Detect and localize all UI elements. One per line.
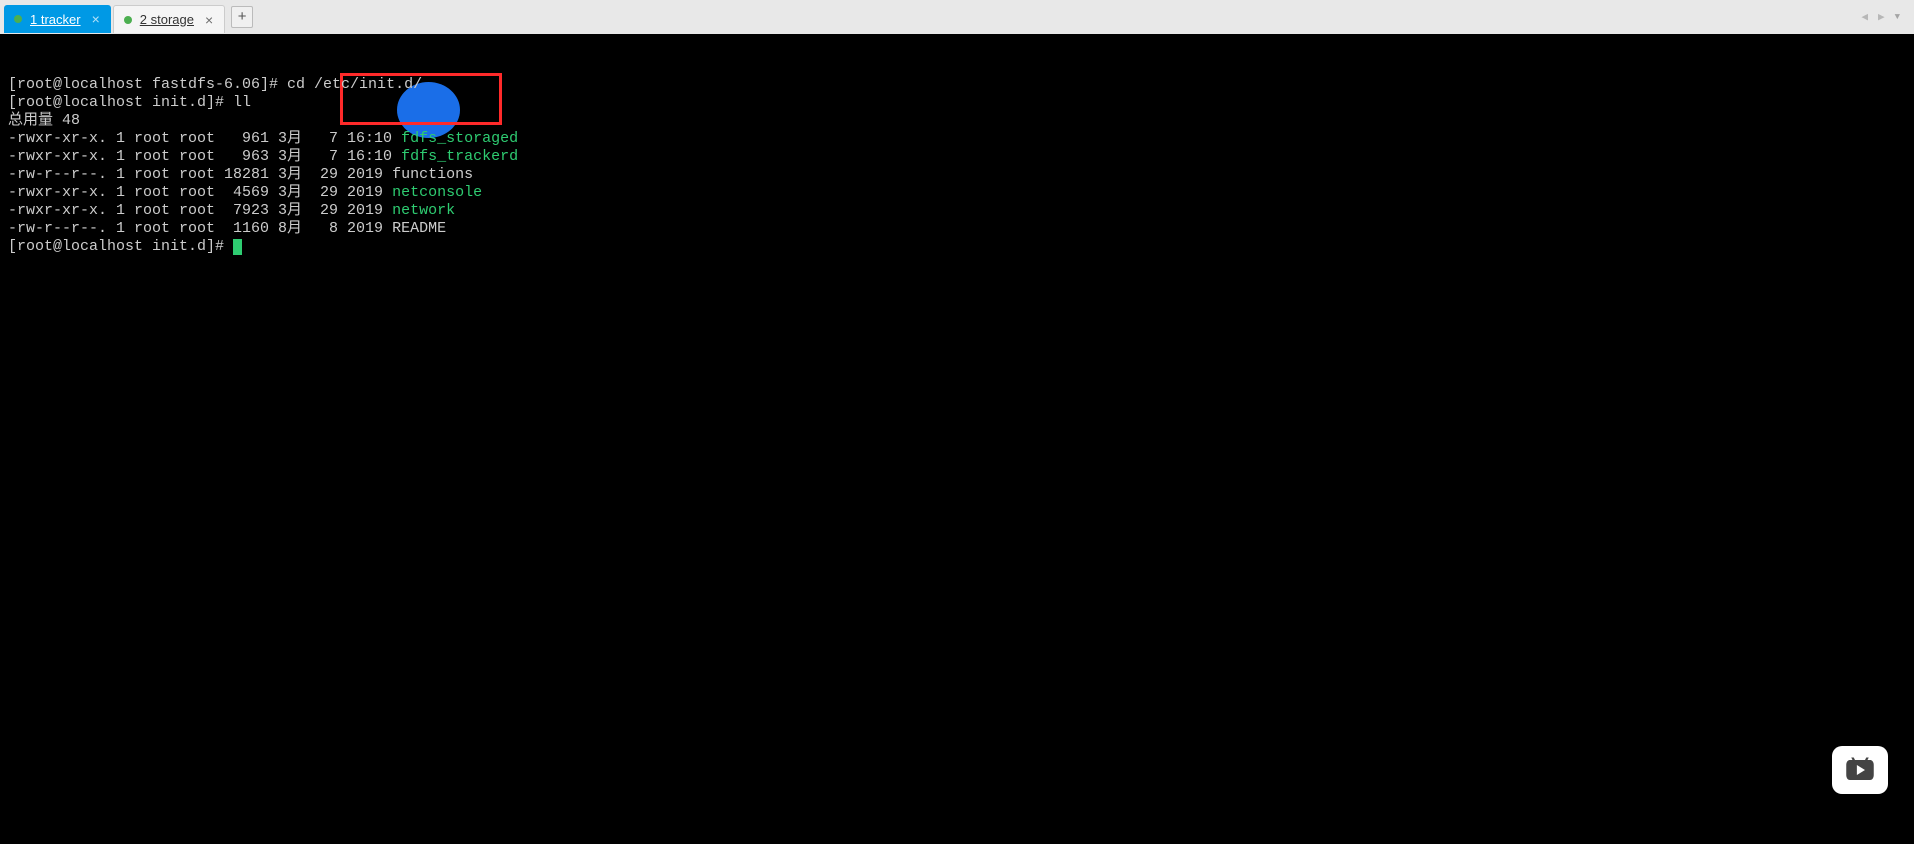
close-icon[interactable]: × — [89, 11, 103, 27]
status-dot-icon — [124, 16, 132, 24]
tab-bar-controls: ◀ ▶ ▼ — [1857, 8, 1910, 26]
total-line: 总用量 48 — [8, 112, 80, 129]
prompt-line: [root@localhost init.d]# — [8, 238, 242, 255]
ls-row: -rwxr-xr-x. 1 root root 963 3月 7 16:10 f… — [8, 148, 518, 165]
ls-row: -rw-r--r--. 1 root root 1160 8月 8 2019 R… — [8, 220, 446, 237]
tab-bar: 1 tracker × 2 storage × + ◀ ▶ ▼ — [0, 0, 1914, 34]
tab-menu-icon[interactable]: ▼ — [1891, 10, 1904, 24]
tab-label: 1 tracker — [30, 12, 81, 27]
nav-right-icon[interactable]: ▶ — [1874, 8, 1889, 26]
nav-left-icon[interactable]: ◀ — [1857, 8, 1872, 26]
play-icon — [1845, 757, 1875, 783]
file-network: network — [392, 202, 455, 219]
video-widget-button[interactable] — [1832, 746, 1888, 794]
ls-row: -rwxr-xr-x. 1 root root 961 3月 7 16:10 f… — [8, 130, 518, 147]
prompt-line: [root@localhost init.d]# ll — [8, 94, 251, 111]
file-fdfs-trackerd: fdfs_trackerd — [401, 148, 518, 165]
ls-row: -rwxr-xr-x. 1 root root 4569 3月 29 2019 … — [8, 184, 482, 201]
ls-row: -rwxr-xr-x. 1 root root 7923 3月 29 2019 … — [8, 202, 455, 219]
ls-row: -rw-r--r--. 1 root root 18281 3月 29 2019… — [8, 166, 473, 183]
file-functions: functions — [392, 166, 473, 183]
tab-label: 2 storage — [140, 12, 194, 27]
tab-tracker[interactable]: 1 tracker × — [4, 5, 111, 33]
close-icon[interactable]: × — [202, 12, 216, 28]
tab-storage[interactable]: 2 storage × — [113, 5, 225, 33]
file-readme: README — [392, 220, 446, 237]
file-fdfs-storaged: fdfs_storaged — [401, 130, 518, 147]
terminal-output[interactable]: [root@localhost fastdfs-6.06]# cd /etc/i… — [0, 34, 1914, 844]
add-tab-button[interactable]: + — [231, 6, 253, 28]
cursor-block — [233, 239, 242, 255]
status-dot-icon — [14, 15, 22, 23]
prompt-line: [root@localhost fastdfs-6.06]# cd /etc/i… — [8, 76, 422, 93]
file-netconsole: netconsole — [392, 184, 482, 201]
